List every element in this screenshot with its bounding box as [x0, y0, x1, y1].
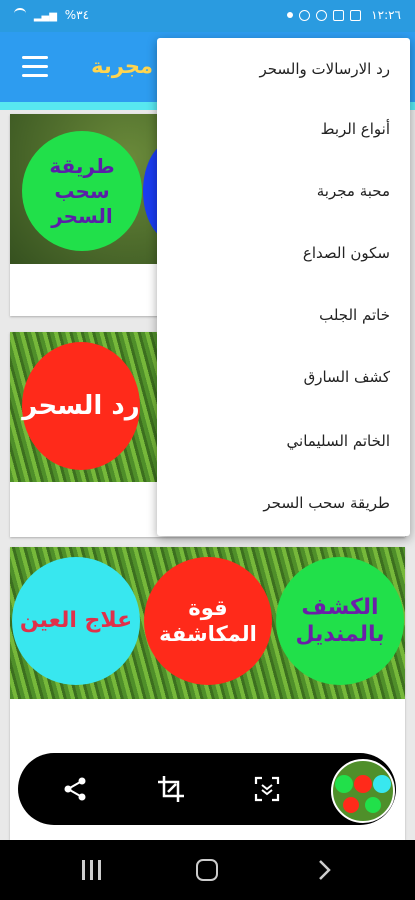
- wifi-icon: [14, 8, 26, 19]
- menu-item[interactable]: كشف السارق: [304, 368, 390, 386]
- status-left: ▂▄▆ %٣٤: [14, 8, 89, 22]
- menu-item[interactable]: محبة مجربة: [317, 182, 390, 200]
- screenshot-thumbnail[interactable]: [331, 759, 395, 823]
- card-circle-label: علاج العين: [12, 557, 140, 685]
- notification-dot-icon: [287, 12, 294, 18]
- settings-icon: [299, 9, 311, 21]
- menu-item[interactable]: الخاتم السليماني: [287, 432, 390, 450]
- status-bar: ▂▄▆ %٣٤ ١٢:٢٦: [0, 0, 415, 32]
- scroll-capture-icon[interactable]: [252, 774, 282, 804]
- signal-icon: ▂▄▆: [33, 11, 57, 22]
- card-circle-label: طريقة سحب السحر: [22, 131, 142, 251]
- menu-item[interactable]: خاتم الجلب: [319, 306, 390, 324]
- share-icon[interactable]: [60, 774, 90, 804]
- app-title: مجربة: [91, 54, 153, 78]
- card-circle-label: رد السحر: [22, 342, 140, 470]
- menu-item[interactable]: سكون الصداع: [303, 244, 390, 262]
- menu-item[interactable]: رد الارسالات والسحر: [259, 60, 390, 78]
- navigation-bar: [0, 840, 415, 900]
- card-circle-label: قوة المكاشفة: [144, 557, 272, 685]
- image-icon: [350, 9, 362, 21]
- recent-apps-icon[interactable]: [80, 860, 104, 880]
- card-circle-label: الكشف بالمنديل: [276, 557, 404, 685]
- messenger-icon: [316, 9, 328, 21]
- battery-text: %٣٤: [64, 8, 90, 22]
- back-icon[interactable]: [312, 858, 336, 882]
- hamburger-icon[interactable]: [22, 56, 48, 78]
- status-time: ١٢:٢٦: [371, 8, 401, 22]
- gallery-icon: [333, 9, 345, 21]
- status-right: ١٢:٢٦: [287, 8, 401, 22]
- menu-item[interactable]: طريقة سحب السحر: [263, 494, 390, 512]
- crop-edit-icon[interactable]: [156, 774, 186, 804]
- menu-item[interactable]: أنواع الربط: [321, 120, 390, 138]
- home-icon[interactable]: [196, 859, 218, 881]
- screenshot-toolbar: [18, 753, 396, 825]
- overflow-menu: رد الارسالات والسحر أنواع الربط محبة مجر…: [157, 38, 410, 536]
